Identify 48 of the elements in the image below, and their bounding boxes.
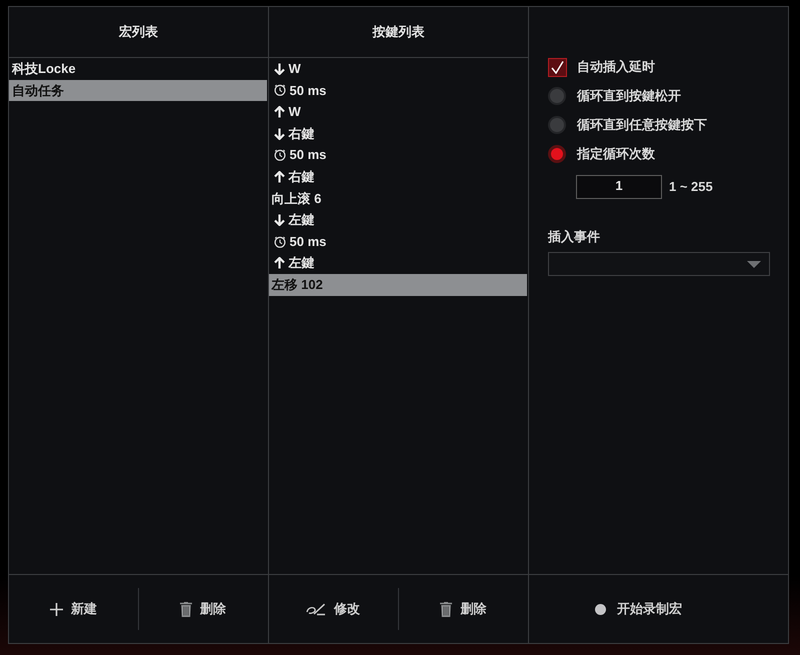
- record-button[interactable]: 开始录制宏: [593, 597, 684, 621]
- trash-icon: [440, 602, 452, 616]
- field-label: 插入事件: [548, 229, 600, 245]
- list-item[interactable]: 左鍵: [268, 209, 527, 231]
- event-dropdown[interactable]: [548, 252, 770, 276]
- arrow-up-icon: [274, 106, 284, 118]
- radio-label: 循环直到按鍵松开: [577, 87, 681, 106]
- radio-label: 循环直到任意按鍵按下: [577, 116, 707, 134]
- list-item[interactable]: 右鍵: [268, 122, 527, 144]
- list-item[interactable]: 50 ms: [268, 80, 527, 102]
- list-item[interactable]: 自动任务: [9, 80, 266, 102]
- radio-button[interactable]: [548, 145, 566, 163]
- column-header: 宏列表: [118, 23, 158, 42]
- caret-down-icon: [747, 260, 761, 268]
- radio-label: 指定循环次数: [577, 145, 655, 164]
- list-item[interactable]: 科技Locke: [9, 58, 266, 80]
- arrow-up-icon: [274, 170, 284, 183]
- arrow-down-icon: [274, 62, 284, 75]
- column-header: 按鍵列表: [372, 23, 424, 42]
- radio-button[interactable]: [548, 116, 566, 134]
- checkbox-label: 自动插入延时: [577, 58, 655, 76]
- checkbox[interactable]: [548, 58, 567, 76]
- edit-button[interactable]: 修改: [304, 597, 362, 621]
- record-dot-icon: [595, 604, 606, 614]
- arrow-up-icon: [274, 257, 284, 270]
- trash-icon: [180, 602, 192, 616]
- list-item[interactable]: 右鍵: [268, 166, 527, 188]
- list-item[interactable]: W: [268, 101, 527, 123]
- range-label: 1 ~ 255: [669, 178, 713, 196]
- radio-button[interactable]: [548, 87, 566, 105]
- new-button[interactable]: 新建: [48, 597, 99, 621]
- checkmark-icon: [551, 60, 564, 74]
- count-input[interactable]: 1: [576, 175, 662, 199]
- clock-icon: [274, 236, 286, 248]
- pencil-scribble-icon: [306, 602, 326, 616]
- plus-icon: [50, 602, 63, 616]
- list-item[interactable]: 向上滚 6: [268, 188, 527, 210]
- clock-icon: [274, 149, 286, 162]
- delete-button[interactable]: 删除: [438, 597, 488, 621]
- list-item[interactable]: 50 ms: [268, 144, 527, 166]
- arrow-down-icon: [274, 128, 284, 140]
- list-item[interactable]: 左移 102: [268, 274, 527, 296]
- clock-icon: [274, 84, 286, 96]
- delete-button[interactable]: 删除: [178, 597, 228, 621]
- list-item[interactable]: 左鍵: [268, 252, 527, 274]
- list-item[interactable]: 50 ms: [268, 230, 527, 252]
- arrow-down-icon: [274, 214, 284, 226]
- list-item[interactable]: W: [268, 58, 527, 80]
